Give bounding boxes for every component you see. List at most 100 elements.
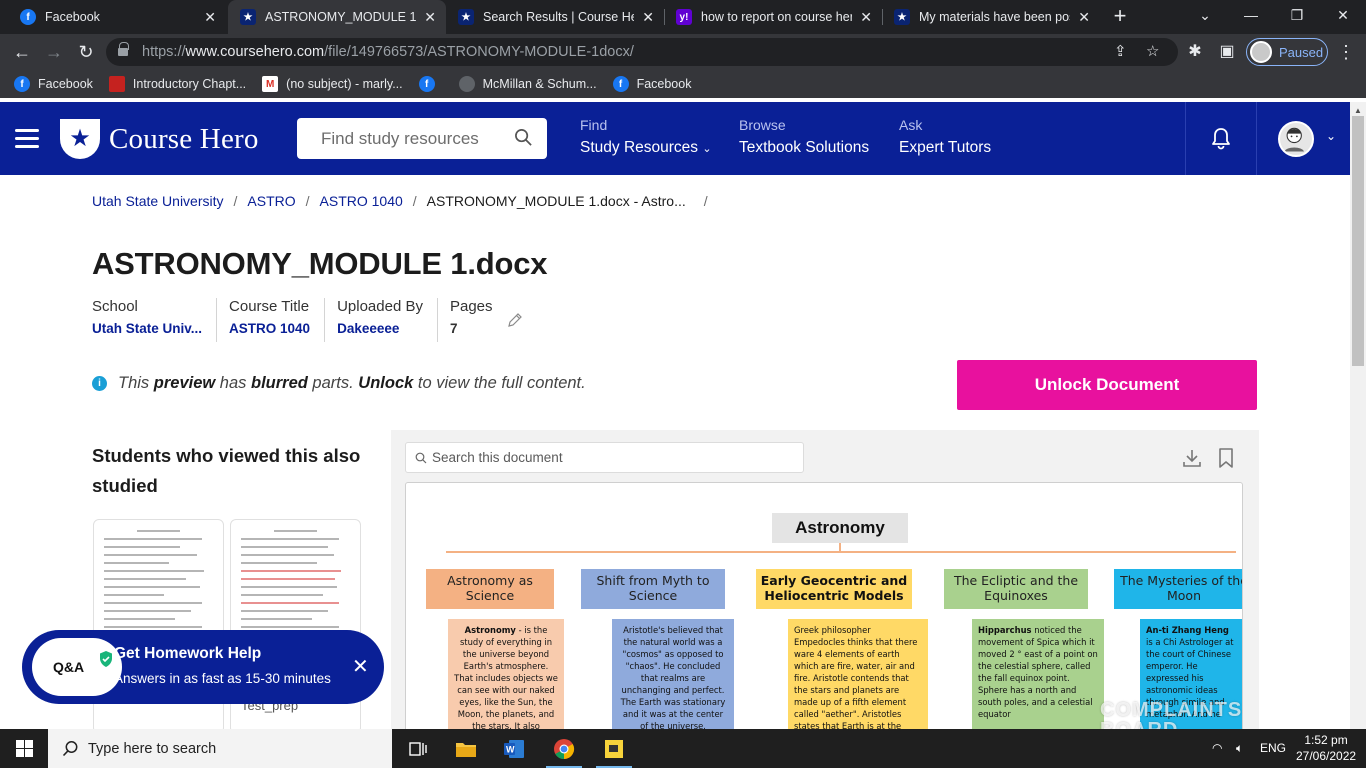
more-menu-icon[interactable]: ⋮: [1336, 40, 1356, 64]
bookmark-icon[interactable]: [1217, 447, 1235, 469]
nav-study-resources[interactable]: Find Study Resources ⌄: [580, 117, 712, 157]
close-icon[interactable]: ✕: [642, 9, 654, 26]
bookmark-facebook[interactable]: f Facebook: [14, 76, 93, 92]
tab-how-to-report[interactable]: y! how to report on course hero ✕: [664, 0, 882, 34]
windows-taskbar: Type here to search W ◠ 🔈︎ ENG 1:52 pm 2…: [0, 729, 1366, 768]
sticky-notes-button[interactable]: [590, 729, 638, 768]
download-icon[interactable]: [1181, 447, 1203, 469]
clock-time: 1:52 pm: [1304, 733, 1348, 747]
meta-course-link[interactable]: ASTRO 1040: [229, 321, 310, 336]
facebook-icon: f: [612, 76, 629, 92]
close-icon[interactable]: ✕: [1078, 9, 1090, 26]
task-view-button[interactable]: [394, 729, 442, 768]
verified-check-icon: [100, 651, 112, 667]
hamburger-menu-icon[interactable]: [15, 129, 39, 148]
tab-my-materials[interactable]: ★ My materials have been posted ✕: [882, 0, 1100, 34]
reload-button[interactable]: ↻: [74, 40, 98, 64]
breadcrumb-course[interactable]: ASTRO 1040: [320, 193, 403, 209]
scrollbar-thumb[interactable]: [1352, 116, 1364, 366]
tab-search-results[interactable]: ★ Search Results | Course Hero ✕: [446, 0, 664, 34]
close-icon[interactable]: ✕: [352, 657, 369, 677]
search-placeholder: Find study resources: [321, 128, 479, 148]
new-tab-button[interactable]: +: [1108, 3, 1132, 29]
forward-button[interactable]: →: [42, 40, 66, 64]
word-button[interactable]: W: [490, 729, 538, 768]
page-scrollbar[interactable]: ▲: [1350, 102, 1366, 730]
meta-pages-value: 7: [449, 321, 458, 336]
window-close-button[interactable]: ✕: [1320, 0, 1366, 32]
unlock-document-button[interactable]: Unlock Document: [957, 360, 1257, 410]
header-divider: [1185, 102, 1186, 175]
branch-myth-to-science: Shift from Myth to Science: [581, 569, 725, 609]
star-bookmark-icon[interactable]: ☆: [1146, 42, 1159, 60]
chevron-down-icon[interactable]: ⌄: [1326, 129, 1336, 143]
user-avatar[interactable]: [1278, 121, 1314, 157]
nav-expert-tutors[interactable]: Ask Expert Tutors: [899, 117, 991, 157]
chrome-button[interactable]: [540, 729, 588, 768]
breadcrumb-school[interactable]: Utah State University: [92, 193, 224, 209]
tab-astronomy-module[interactable]: ★ ASTRONOMY_MODULE 1.docx ✕: [228, 0, 446, 34]
branch-ecliptic-equinoxes: The Ecliptic and the Equinoxes: [944, 569, 1088, 609]
scroll-up-icon[interactable]: ▲: [1354, 106, 1362, 115]
close-icon[interactable]: ✕: [424, 9, 436, 26]
bookmark-red-icon: [108, 76, 125, 92]
lock-icon[interactable]: [118, 41, 129, 58]
bookmark-facebook-2[interactable]: f Facebook: [612, 76, 691, 92]
search-icon[interactable]: [514, 128, 533, 147]
breadcrumb-subject[interactable]: ASTRO: [247, 193, 295, 209]
close-icon[interactable]: ✕: [860, 9, 872, 26]
tab-facebook[interactable]: f Facebook ✕: [8, 0, 226, 34]
close-icon[interactable]: ✕: [204, 9, 216, 26]
search-input[interactable]: Find study resources: [297, 118, 547, 159]
url-host: www.coursehero.com: [185, 44, 325, 60]
breadcrumb-current: ASTRONOMY_MODULE 1.docx - Astro...: [426, 193, 686, 209]
tab-search-button[interactable]: ⌄: [1182, 0, 1228, 32]
profile-button[interactable]: Paused: [1246, 38, 1328, 66]
windows-start-icon[interactable]: [16, 740, 33, 757]
bookmark-introductory-chapter[interactable]: Introductory Chapt...: [108, 76, 246, 92]
document-search-input[interactable]: Search this document: [405, 442, 804, 473]
chevron-down-icon: ⌄: [702, 143, 712, 155]
system-clock[interactable]: 1:52 pm 27/06/2022: [1296, 732, 1356, 764]
meta-uploader-link[interactable]: Dakeeeee: [337, 321, 423, 336]
card-myth-to-science: Aristotle's believed that the natural wo…: [612, 619, 734, 731]
side-panel-icon[interactable]: ▣: [1216, 40, 1238, 64]
nav-textbook-solutions[interactable]: Browse Textbook Solutions: [739, 117, 869, 157]
homework-help-popup[interactable]: Q&A Get Homework Help Answers in as fast…: [22, 630, 384, 704]
bell-icon[interactable]: [1210, 126, 1232, 150]
language-indicator[interactable]: ENG: [1260, 741, 1286, 755]
share-icon[interactable]: ⇪: [1114, 42, 1127, 60]
edit-pencil-icon[interactable]: [507, 312, 523, 328]
search-icon: [62, 741, 78, 757]
minimize-button[interactable]: —: [1228, 0, 1274, 32]
bookmark-facebook-icon-only[interactable]: f: [418, 76, 443, 92]
bookmark-label: McMillan & Schum...: [482, 77, 597, 91]
bookmark-gmail[interactable]: M (no subject) - marly...: [262, 76, 403, 92]
course-hero-logo[interactable]: ★ Course Hero: [60, 119, 259, 159]
concept-map-title: Astronomy: [772, 513, 908, 543]
card-geocentric-heliocentric: Greek philosopher Empedocles thinks that…: [788, 619, 928, 731]
bookmark-mcmillan[interactable]: McMillan & Schum...: [458, 76, 597, 92]
meta-course-title: Course Title ASTRO 1040: [229, 298, 326, 342]
sticky-notes-icon: [605, 739, 623, 758]
extensions-icon[interactable]: ✱: [1184, 40, 1206, 64]
branch-geocentric-heliocentric: Early Geocentric and Heliocentric Models: [756, 569, 912, 609]
facebook-icon: f: [418, 76, 435, 92]
nav-big-label: Expert Tutors: [899, 139, 992, 156]
nav-big-label: Study Resources ⌄: [580, 139, 712, 156]
breadcrumb: Utah State University / ASTRO / ASTRO 10…: [92, 193, 718, 209]
back-button[interactable]: ←: [10, 40, 34, 64]
network-icon[interactable]: ◠: [1212, 741, 1222, 755]
restore-button[interactable]: ❐: [1274, 0, 1320, 32]
meta-school-link[interactable]: Utah State Univ...: [92, 321, 202, 336]
avatar-face-icon: [1284, 127, 1304, 152]
volume-icon[interactable]: 🔈︎: [1236, 741, 1243, 756]
taskbar-search-input[interactable]: Type here to search: [48, 729, 392, 768]
preview-notice: i This preview has blurred parts. Unlock…: [92, 374, 586, 393]
star-shield-icon: ★: [60, 119, 100, 159]
address-bar[interactable]: https://www.coursehero.com/file/14976657…: [106, 38, 1178, 66]
nav-small-label: Find: [580, 117, 608, 133]
file-explorer-button[interactable]: [442, 729, 490, 768]
chrome-icon: [554, 738, 575, 759]
meta-label: School: [92, 298, 138, 315]
